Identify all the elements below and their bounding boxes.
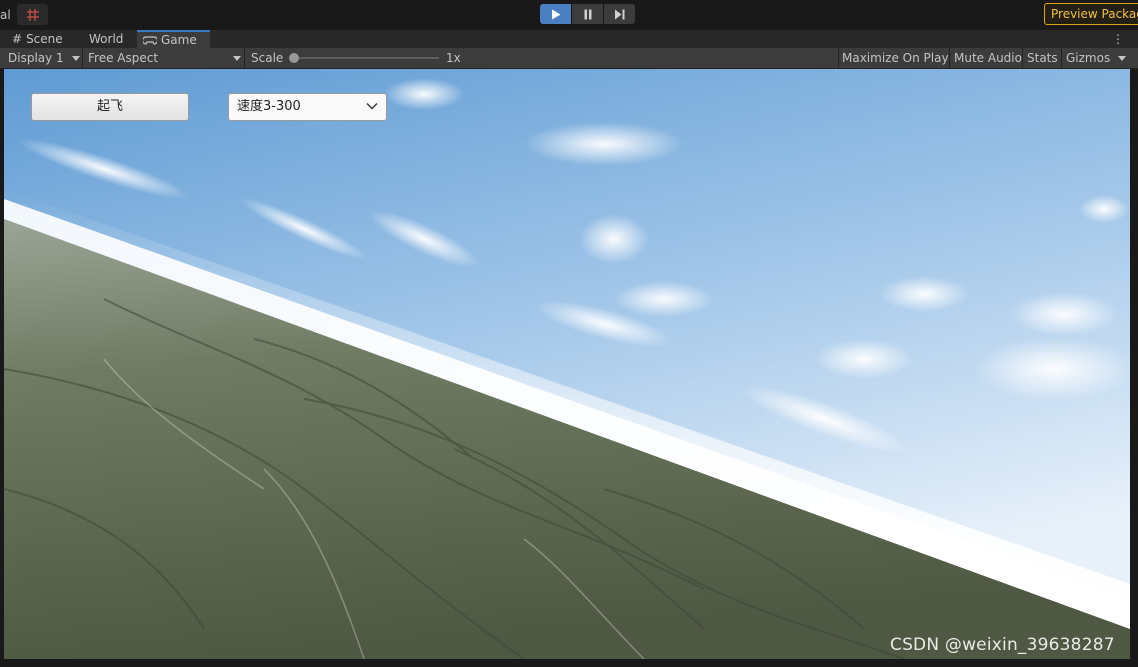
divider [1061, 48, 1062, 68]
play-controls [540, 4, 635, 24]
tab-world[interactable]: World [83, 30, 129, 49]
toolbar-left-label[interactable]: al [0, 6, 15, 24]
mute-audio-toggle[interactable]: Mute Audio [954, 48, 1022, 68]
step-button[interactable] [604, 4, 635, 24]
watermark: CSDN @weixin_39638287 [890, 635, 1115, 655]
more-options-icon[interactable]: ⋮ [1112, 31, 1124, 48]
speed-dropdown-value: 速度3-300 [237, 99, 301, 114]
chevron-down-icon [366, 103, 378, 110]
tab-world-label: World [89, 32, 124, 46]
scale-value: 1x [446, 51, 461, 65]
divider [244, 48, 245, 68]
gizmos-toggle[interactable]: Gizmos [1066, 48, 1110, 68]
preview-packages-button[interactable]: Preview Packag [1044, 3, 1138, 25]
scale-slider-track[interactable] [292, 57, 439, 59]
scale-label: Scale [251, 51, 284, 65]
grid-icon: # [12, 32, 23, 46]
tab-scene-label: Scene [26, 32, 63, 46]
step-icon [614, 9, 624, 19]
game-viewport[interactable]: 起飞 速度3-300 CSDN @weixin_39638287 [4, 69, 1130, 659]
chevron-down-icon [233, 56, 241, 61]
divider [82, 48, 83, 68]
game-options-bar: Display 1 Free Aspect Scale 1x Maximize … [0, 48, 1138, 69]
gamepad-icon [143, 36, 157, 45]
top-toolbar: al Preview Packag [0, 0, 1138, 29]
status-bar [0, 659, 1138, 667]
grid-snap-icon [26, 8, 39, 21]
chevron-down-icon [72, 56, 80, 61]
chevron-down-icon[interactable] [1118, 56, 1126, 61]
divider [949, 48, 950, 68]
pause-icon [584, 9, 591, 19]
aspect-select[interactable]: Free Aspect [88, 48, 158, 68]
takeoff-button[interactable]: 起飞 [31, 93, 189, 121]
speed-dropdown[interactable]: 速度3-300 [228, 93, 387, 121]
play-button[interactable] [540, 4, 571, 24]
maximize-on-play-toggle[interactable]: Maximize On Play [842, 48, 949, 68]
tab-game-label: Game [161, 33, 197, 47]
terrain-sky-render [4, 69, 1130, 659]
tab-game[interactable]: Game [137, 30, 210, 49]
display-select[interactable]: Display 1 [8, 48, 64, 68]
toolbar-grid-button[interactable] [17, 4, 48, 25]
pause-button[interactable] [572, 4, 603, 24]
view-tab-row: # Scene World Game ⋮ [0, 29, 1138, 49]
play-icon [551, 9, 560, 19]
scale-slider-thumb[interactable] [289, 53, 299, 63]
divider [1022, 48, 1023, 68]
divider [838, 48, 839, 68]
tab-scene[interactable]: # Scene [6, 30, 69, 49]
stats-toggle[interactable]: Stats [1027, 48, 1058, 68]
